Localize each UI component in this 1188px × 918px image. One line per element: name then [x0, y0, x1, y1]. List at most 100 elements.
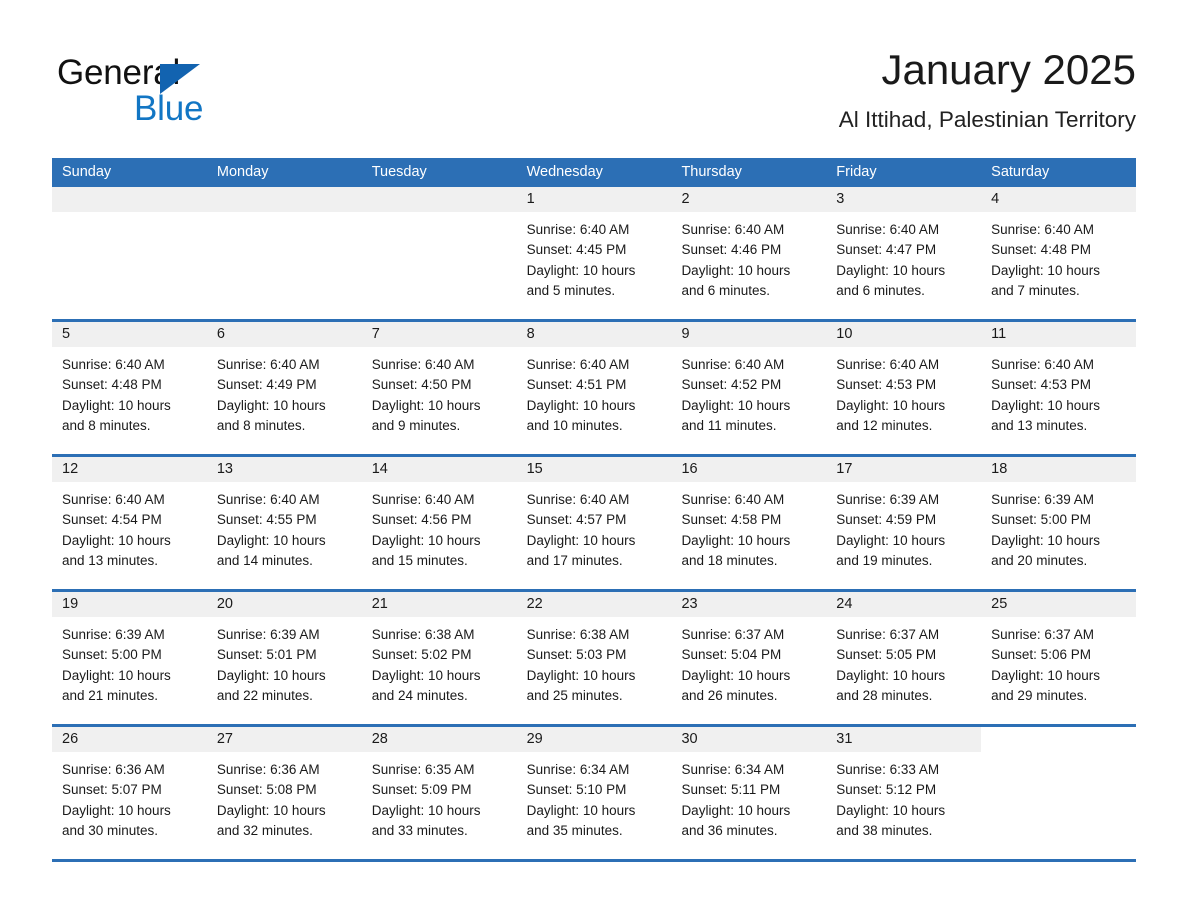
- day-sun-info: Sunrise: 6:36 AM Sunset: 5:08 PM Daylight:…: [207, 752, 362, 841]
- sunrise-text: Sunrise: 6:40 AM: [681, 492, 785, 507]
- calendar-day-cell[interactable]: 3 Sunrise: 6:40 AM Sunset: 4:47 PM Daylight…: [826, 187, 982, 319]
- day-sun-info: Sunrise: 6:36 AM Sunset: 5:07 PM Daylight:…: [52, 752, 207, 841]
- daylight-text-line1: Daylight: 10 hours: [371, 397, 481, 413]
- sunset-text: Sunset: 4:49 PM: [216, 377, 317, 393]
- sunrise-text: Sunrise: 6:36 AM: [62, 762, 165, 777]
- day-number: 28: [361, 727, 517, 752]
- day-number: 24: [826, 592, 982, 617]
- sunset-text: Sunset: 4:51 PM: [526, 377, 627, 393]
- sunset-text: Sunset: 5:11 PM: [681, 782, 781, 798]
- daylight-text-line2: and 24 minutes.: [371, 687, 468, 703]
- day-sun-info: Sunrise: 6:39 AM Sunset: 5:00 PM Daylight:…: [52, 617, 207, 706]
- day-number: 17: [826, 457, 982, 482]
- daylight-text-line1: Daylight: 10 hours: [526, 667, 636, 683]
- calendar-day-cell[interactable]: 6 Sunrise: 6:40 AM Sunset: 4:49 PM Daylight…: [206, 322, 362, 454]
- sunrise-text: Sunrise: 6:40 AM: [681, 357, 785, 372]
- daylight-text-line1: Daylight: 10 hours: [991, 667, 1100, 683]
- calendar-day-cell[interactable]: 27 Sunrise: 6:36 AM Sunset: 5:08 PM Dayligh…: [206, 727, 362, 859]
- calendar-day-cell[interactable]: 20 Sunrise: 6:39 AM Sunset: 5:01 PM Dayligh…: [206, 592, 362, 724]
- daylight-text-line1: Daylight: 10 hours: [216, 802, 326, 818]
- day-number: [52, 187, 207, 212]
- daylight-text-line2: and 33 minutes.: [371, 822, 468, 838]
- daylight-text-line1: Daylight: 10 hours: [62, 532, 171, 548]
- weekday-header-friday: Friday: [836, 164, 877, 180]
- daylight-text-line2: and 38 minutes.: [836, 822, 933, 838]
- calendar-day-cell[interactable]: 8 Sunrise: 6:40 AM Sunset: 4:51 PM Daylight…: [516, 322, 672, 454]
- calendar-day-cell[interactable]: 24 Sunrise: 6:37 AM Sunset: 5:05 PM Dayligh…: [826, 592, 982, 724]
- sunrise-text: Sunrise: 6:33 AM: [836, 762, 940, 777]
- calendar-day-cell[interactable]: 15 Sunrise: 6:40 AM Sunset: 4:57 PM Dayligh…: [516, 457, 672, 589]
- day-number: 21: [361, 592, 517, 617]
- daylight-text-line1: Daylight: 10 hours: [836, 532, 946, 548]
- calendar-day-cell[interactable]: 2 Sunrise: 6:40 AM Sunset: 4:46 PM Daylight…: [671, 187, 827, 319]
- day-sun-info: Sunrise: 6:40 AM Sunset: 4:48 PM Daylight:…: [981, 212, 1136, 301]
- calendar-day-cell[interactable]: 21 Sunrise: 6:38 AM Sunset: 5:02 PM Dayligh…: [361, 592, 517, 724]
- day-number: 12: [52, 457, 207, 482]
- sunrise-text: Sunrise: 6:34 AM: [526, 762, 630, 777]
- day-number: 27: [206, 727, 362, 752]
- calendar-day-cell[interactable]: 18 Sunrise: 6:39 AM Sunset: 5:00 PM Dayligh…: [981, 457, 1137, 589]
- daylight-text-line2: and 14 minutes.: [216, 552, 313, 568]
- daylight-text-line2: and 28 minutes.: [836, 687, 933, 703]
- calendar-day-cell[interactable]: 9 Sunrise: 6:40 AM Sunset: 4:52 PM Daylight…: [671, 322, 827, 454]
- sunrise-text: Sunrise: 6:39 AM: [216, 627, 320, 642]
- daylight-text-line1: Daylight: 10 hours: [991, 532, 1100, 548]
- calendar-day-cell[interactable]: 30 Sunrise: 6:34 AM Sunset: 5:11 PM Dayligh…: [671, 727, 827, 859]
- daylight-text-line2: and 15 minutes.: [371, 552, 468, 568]
- sunset-text: Sunset: 5:01 PM: [216, 647, 317, 663]
- sunrise-text: Sunrise: 6:40 AM: [371, 357, 475, 372]
- calendar-day-cell[interactable]: 19 Sunrise: 6:39 AM Sunset: 5:00 PM Dayligh…: [52, 592, 207, 724]
- calendar-day-cell[interactable]: 12 Sunrise: 6:40 AM Sunset: 4:54 PM Dayligh…: [52, 457, 207, 589]
- calendar-day-cell[interactable]: 13 Sunrise: 6:40 AM Sunset: 4:55 PM Dayligh…: [206, 457, 362, 589]
- sunrise-text: Sunrise: 6:40 AM: [991, 357, 1094, 372]
- sunset-text: Sunset: 5:00 PM: [62, 647, 162, 663]
- generalblue-logo[interactable]: General Blue: [57, 52, 317, 136]
- calendar-day-cell[interactable]: 17 Sunrise: 6:39 AM Sunset: 4:59 PM Dayligh…: [826, 457, 982, 589]
- day-number: 22: [516, 592, 672, 617]
- calendar-day-cell[interactable]: 14 Sunrise: 6:40 AM Sunset: 4:56 PM Dayligh…: [361, 457, 517, 589]
- day-sun-info: Sunrise: 6:40 AM Sunset: 4:49 PM Daylight:…: [207, 347, 362, 436]
- calendar-day-cell[interactable]: 7 Sunrise: 6:40 AM Sunset: 4:50 PM Daylight…: [361, 322, 517, 454]
- daylight-text-line2: and 35 minutes.: [526, 822, 623, 838]
- sunrise-text: Sunrise: 6:39 AM: [991, 492, 1094, 507]
- weekday-header-row: Sunday Monday Tuesday Wednesday Thursday…: [52, 158, 1136, 187]
- day-sun-info: Sunrise: 6:40 AM Sunset: 4:50 PM Daylight:…: [362, 347, 517, 436]
- calendar-day-cell[interactable]: 11 Sunrise: 6:40 AM Sunset: 4:53 PM Dayligh…: [981, 322, 1137, 454]
- calendar-day-cell[interactable]: 10 Sunrise: 6:40 AM Sunset: 4:53 PM Dayligh…: [826, 322, 982, 454]
- day-sun-info: Sunrise: 6:35 AM Sunset: 5:09 PM Daylight:…: [362, 752, 517, 841]
- calendar-day-cell[interactable]: 25 Sunrise: 6:37 AM Sunset: 5:06 PM Dayligh…: [981, 592, 1137, 724]
- sunrise-text: Sunrise: 6:40 AM: [681, 222, 785, 237]
- calendar-day-cell[interactable]: 1 Sunrise: 6:40 AM Sunset: 4:45 PM Daylight…: [516, 187, 672, 319]
- daylight-text-line2: and 21 minutes.: [62, 687, 159, 703]
- day-number: 16: [671, 457, 827, 482]
- calendar-day-cell[interactable]: 28 Sunrise: 6:35 AM Sunset: 5:09 PM Dayligh…: [361, 727, 517, 859]
- sunset-text: Sunset: 5:00 PM: [991, 512, 1091, 528]
- calendar-day-cell[interactable]: 31 Sunrise: 6:33 AM Sunset: 5:12 PM Dayligh…: [826, 727, 982, 859]
- sunrise-text: Sunrise: 6:40 AM: [836, 222, 940, 237]
- daylight-text-line2: and 8 minutes.: [62, 417, 151, 433]
- daylight-text-line2: and 32 minutes.: [216, 822, 313, 838]
- weekday-header-thursday: Thursday: [681, 164, 742, 180]
- day-number: 23: [671, 592, 827, 617]
- calendar-day-cell[interactable]: 23 Sunrise: 6:37 AM Sunset: 5:04 PM Dayligh…: [671, 592, 827, 724]
- daylight-text-line2: and 8 minutes.: [216, 417, 306, 433]
- calendar-day-cell[interactable]: 4 Sunrise: 6:40 AM Sunset: 4:48 PM Daylight…: [981, 187, 1137, 319]
- calendar-day-cell[interactable]: 5 Sunrise: 6:40 AM Sunset: 4:48 PM Daylight…: [52, 322, 207, 454]
- calendar-day-cell[interactable]: 29 Sunrise: 6:34 AM Sunset: 5:10 PM Dayligh…: [516, 727, 672, 859]
- calendar-day-cell[interactable]: 16 Sunrise: 6:40 AM Sunset: 4:58 PM Dayligh…: [671, 457, 827, 589]
- day-sun-info: Sunrise: 6:37 AM Sunset: 5:06 PM Daylight:…: [981, 617, 1136, 706]
- day-number: 31: [826, 727, 982, 752]
- day-sun-info: Sunrise: 6:38 AM Sunset: 5:03 PM Daylight:…: [517, 617, 672, 706]
- daylight-text-line2: and 11 minutes.: [681, 417, 777, 433]
- daylight-text-line2: and 29 minutes.: [991, 687, 1088, 703]
- day-sun-info: Sunrise: 6:40 AM Sunset: 4:54 PM Daylight:…: [52, 482, 207, 571]
- day-sun-info: Sunrise: 6:39 AM Sunset: 5:01 PM Daylight:…: [207, 617, 362, 706]
- sunset-text: Sunset: 4:52 PM: [681, 377, 782, 393]
- sunset-text: Sunset: 5:04 PM: [681, 647, 782, 663]
- daylight-text-line1: Daylight: 10 hours: [526, 397, 636, 413]
- daylight-text-line1: Daylight: 10 hours: [681, 262, 791, 278]
- sunrise-text: Sunrise: 6:39 AM: [62, 627, 165, 642]
- day-number: [361, 187, 517, 212]
- calendar-day-cell[interactable]: 26 Sunrise: 6:36 AM Sunset: 5:07 PM Dayligh…: [52, 727, 207, 859]
- calendar-day-cell[interactable]: 22 Sunrise: 6:38 AM Sunset: 5:03 PM Dayligh…: [516, 592, 672, 724]
